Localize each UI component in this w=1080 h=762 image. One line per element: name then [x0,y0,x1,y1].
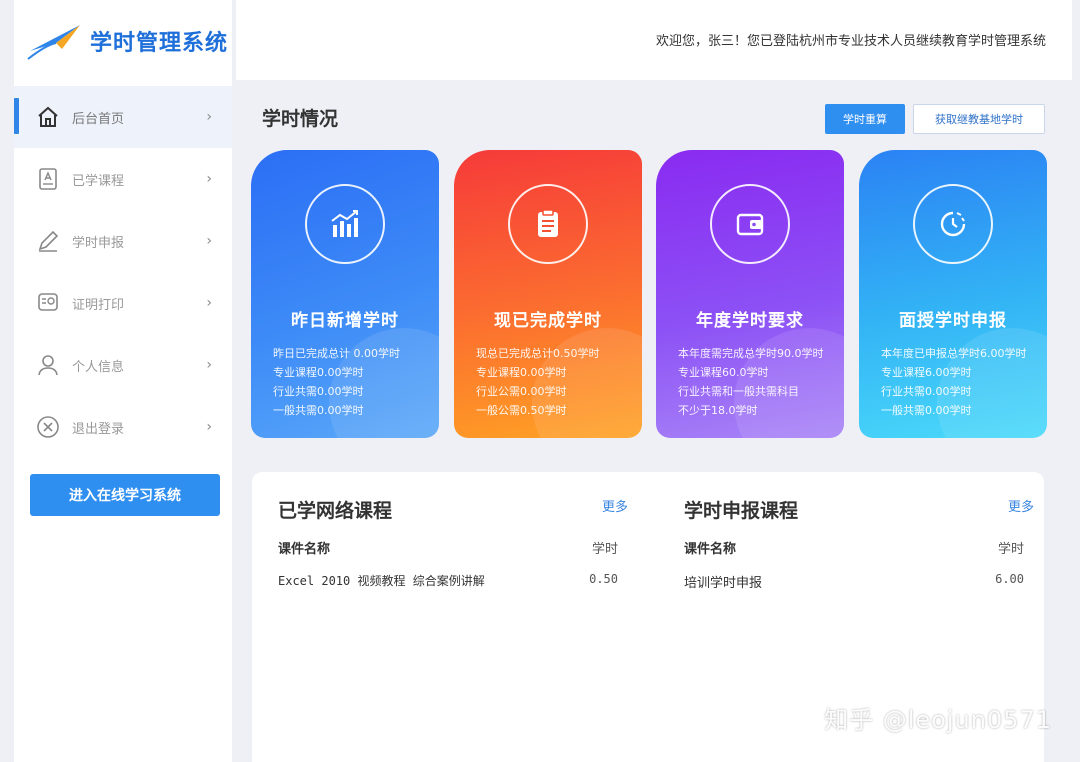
chevron-right-icon: › [206,357,212,373]
certificate-icon [34,289,62,317]
stat-card-completed: 现已完成学时 现总已完成总计0.50学时 专业课程0.00学时 行业公需0.00… [454,150,642,438]
user-icon [34,351,62,379]
chevron-right-icon: › [206,233,212,249]
card-title: 现已完成学时 [494,311,602,331]
card-line: 不少于18.0学时 [678,404,758,417]
card-details: 本年度需完成总学时90.0学时 专业课程60.0学时 行业共需和一般共需科目 不… [678,344,824,420]
table-row-hours: 6.00 [995,572,1024,586]
logo: 学时管理系统 [14,0,232,82]
paper-plane-logo-icon [27,25,80,60]
chevron-right-icon: › [206,171,212,187]
book-icon [34,165,62,193]
card-line: 专业课程0.00学时 [476,366,567,379]
growth-chart-icon [305,184,385,264]
table-row-hours: 0.50 [589,572,618,586]
logout-icon [34,413,62,441]
card-details: 现总已完成总计0.50学时 专业课程0.00学时 行业公需0.00学时 一般公需… [476,344,600,420]
watermark: 知乎 @leojun0571 [824,706,1052,734]
column-header-hours: 学时 [591,542,618,557]
enter-online-learning-button[interactable]: 进入在线学习系统 [30,474,220,516]
table-row-name[interactable]: 培训学时申报 [684,572,762,591]
sidebar-item-home[interactable]: 后台首页 › [14,86,232,148]
table-row-name[interactable]: Excel 2010 视频教程 综合案例讲解 [278,572,485,589]
card-title: 面授学时申报 [899,311,1007,331]
card-line: 专业课程60.0学时 [678,366,769,379]
chevron-right-icon: › [206,419,212,435]
sidebar: 学时管理系统 后台首页 › 已学课程 › 学时申报 › 证明打印 › 个人信息 … [14,0,232,762]
card-details: 昨日已完成总计 0.00学时 专业课程0.00学时 行业共需0.00学时 一般共… [273,344,400,420]
more-link[interactable]: 更多 [602,496,628,515]
logo-text: 学时管理系统 [90,30,229,56]
sidebar-item-certificate-print[interactable]: 证明打印 › [14,272,232,334]
sidebar-item-label: 后台首页 [72,111,125,127]
card-line: 昨日已完成总计 0.00学时 [273,347,400,360]
recalculate-hours-button[interactable]: 学时重算 [825,104,905,134]
sidebar-menu: 后台首页 › 已学课程 › 学时申报 › 证明打印 › 个人信息 › 退出登录 … [14,86,232,458]
header: 欢迎您，张三！您已登陆杭州市专业技术人员继续教育学时管理系统 [236,0,1072,80]
chevron-right-icon: › [206,295,212,311]
column-header-name: 课件名称 [278,542,331,557]
chevron-right-icon: › [206,109,212,125]
card-line: 本年度需完成总学时90.0学时 [678,347,824,360]
card-title: 年度学时要求 [696,311,804,331]
sidebar-item-learned-courses[interactable]: 已学课程 › [14,148,232,210]
page-title: 学时情况 [262,108,339,130]
sidebar-item-label: 证明打印 [72,297,125,313]
section-title: 已学网络课程 [278,500,393,522]
wallet-icon [710,184,790,264]
clipboard-icon [508,184,588,264]
sidebar-item-personal-info[interactable]: 个人信息 › [14,334,232,396]
card-line: 专业课程0.00学时 [273,366,364,379]
card-line: 行业共需0.00学时 [273,385,364,398]
card-line: 行业公需0.00学时 [476,385,567,398]
section-title: 学时申报课程 [684,500,799,522]
card-line: 行业共需0.00学时 [881,385,972,398]
welcome-text: 欢迎您，张三！您已登陆杭州市专业技术人员继续教育学时管理系统 [655,34,1046,49]
card-title: 昨日新增学时 [291,311,399,331]
card-line: 行业共需和一般共需科目 [678,385,799,398]
sidebar-item-label: 个人信息 [72,359,125,375]
sidebar-item-label: 退出登录 [72,421,125,437]
column-header-name: 课件名称 [684,542,737,557]
card-details: 本年度已申报总学时6.00学时 专业课程6.00学时 行业共需0.00学时 一般… [881,344,1027,420]
sidebar-item-logout[interactable]: 退出登录 › [14,396,232,458]
card-line: 本年度已申报总学时6.00学时 [881,347,1027,360]
card-line: 专业课程6.00学时 [881,366,972,379]
clock-icon [913,184,993,264]
pen-icon [34,227,62,255]
column-header-hours: 学时 [997,542,1024,557]
card-line: 一般共需0.00学时 [273,404,364,417]
card-line: 现总已完成总计0.50学时 [476,347,600,360]
stat-card-yesterday: 昨日新增学时 昨日已完成总计 0.00学时 专业课程0.00学时 行业共需0.0… [251,150,439,438]
card-line: 一般共需0.00学时 [881,404,972,417]
card-line: 一般公需0.50学时 [476,404,567,417]
home-icon [34,103,62,131]
sidebar-item-label: 已学课程 [72,173,125,189]
stat-card-annual-requirement: 年度学时要求 本年度需完成总学时90.0学时 专业课程60.0学时 行业共需和一… [656,150,844,438]
sidebar-item-hour-declaration[interactable]: 学时申报 › [14,210,232,272]
sidebar-item-label: 学时申报 [72,235,125,251]
fetch-base-hours-button[interactable]: 获取继教基地学时 [913,104,1045,134]
more-link[interactable]: 更多 [1008,496,1034,515]
stat-card-face-to-face: 面授学时申报 本年度已申报总学时6.00学时 专业课程6.00学时 行业共需0.… [859,150,1047,438]
